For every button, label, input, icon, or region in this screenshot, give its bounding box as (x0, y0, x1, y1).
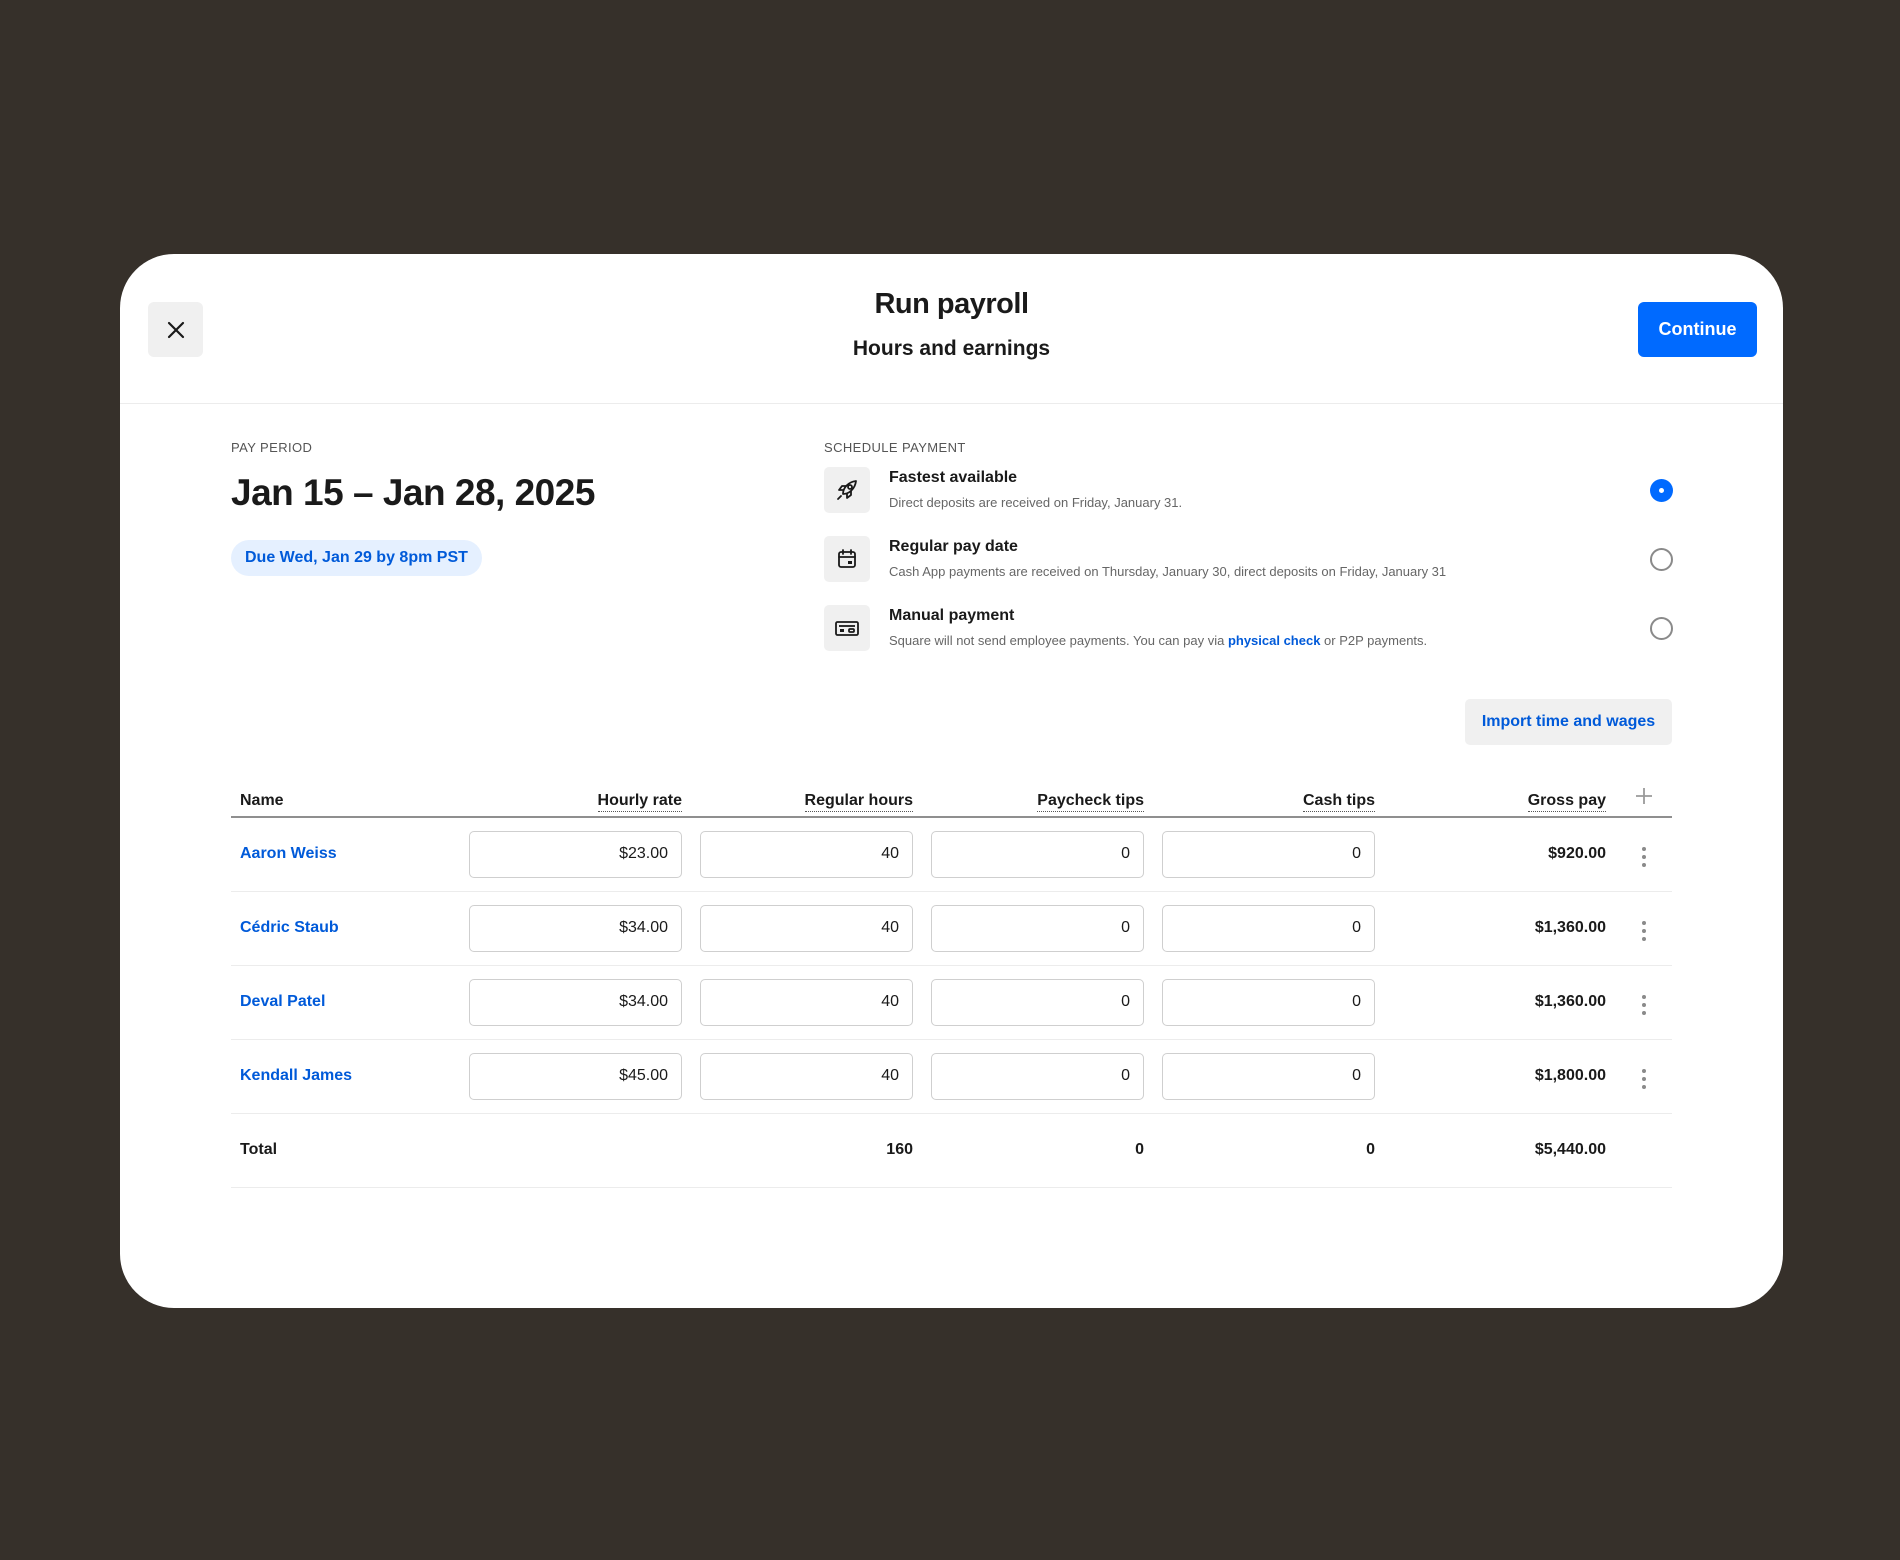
total-label: Total (231, 1113, 460, 1188)
modal-header: Run payroll Hours and earnings Continue (120, 254, 1783, 404)
payment-option-desc: Direct deposits are received on Friday, … (889, 495, 1183, 510)
regular-hours-input[interactable] (700, 904, 913, 952)
payment-option-desc: Square will not send employee payments. … (889, 633, 1427, 648)
radio-manual-payment[interactable] (1650, 617, 1673, 640)
physical-check-link[interactable]: physical check (1228, 633, 1321, 648)
check-icon (824, 605, 870, 651)
manual-desc-before: Square will not send employee payments. … (889, 633, 1228, 648)
pay-period-label: PAY PERIOD (231, 440, 313, 455)
gross-pay-value: $1,360.00 (1384, 965, 1615, 1040)
pay-period-range: Jan 15 – Jan 28, 2025 (231, 472, 595, 513)
table-row: Cédric Staub $1,360.00 (231, 891, 1672, 966)
regular-hours-input[interactable] (700, 978, 913, 1026)
total-cash-tips: 0 (1153, 1113, 1384, 1188)
payment-option-title: Regular pay date (889, 538, 1018, 555)
page-subtitle: Hours and earnings (852, 337, 1051, 360)
total-row: Total 160 0 0 $5,440.00 (231, 1113, 1672, 1188)
employee-name-link[interactable]: Deval Patel (231, 965, 460, 1040)
payment-option-title: Manual payment (889, 607, 1015, 624)
hourly-rate-input[interactable] (469, 1052, 682, 1100)
payroll-table: Name Hourly rate Regular hours Paycheck … (231, 768, 1672, 1188)
total-rate-empty (460, 1113, 691, 1188)
regular-hours-input[interactable] (700, 1052, 913, 1100)
manual-desc-after: or P2P payments. (1320, 633, 1428, 648)
cash-tips-input[interactable] (1162, 830, 1375, 878)
hourly-rate-input[interactable] (469, 904, 682, 952)
payment-option-desc: Cash App payments are received on Thursd… (889, 564, 1447, 579)
pay-period-section: PAY PERIOD Jan 15 – Jan 28, 2025 Due Wed… (231, 440, 595, 576)
calendar-icon (824, 536, 870, 582)
more-options-icon[interactable] (1636, 843, 1652, 871)
table-row: Deval Patel $1,360.00 (231, 965, 1672, 1040)
column-header-name: Name (231, 768, 460, 818)
cash-tips-input[interactable] (1162, 904, 1375, 952)
payment-option-regular[interactable]: Regular pay date Cash App payments are r… (824, 536, 1673, 605)
run-payroll-modal: Run payroll Hours and earnings Continue … (120, 254, 1783, 1308)
more-options-icon[interactable] (1636, 917, 1652, 945)
total-gross-pay: $5,440.00 (1384, 1113, 1615, 1188)
due-date-badge: Due Wed, Jan 29 by 8pm PST (231, 540, 482, 576)
column-header-cash-tips[interactable]: Cash tips (1153, 768, 1384, 818)
paycheck-tips-input[interactable] (931, 904, 1144, 952)
radio-fastest-available[interactable] (1650, 479, 1673, 502)
gross-pay-value: $1,360.00 (1384, 891, 1615, 966)
gross-pay-value: $920.00 (1384, 817, 1615, 892)
cash-tips-input[interactable] (1162, 978, 1375, 1026)
schedule-payment-label: SCHEDULE PAYMENT (824, 440, 966, 455)
radio-regular-pay-date[interactable] (1650, 548, 1673, 571)
total-paycheck-tips: 0 (922, 1113, 1153, 1188)
column-header-paycheck-tips[interactable]: Paycheck tips (922, 768, 1153, 818)
column-header-hourly-rate[interactable]: Hourly rate (460, 768, 691, 818)
table-row: Aaron Weiss $920.00 (231, 817, 1672, 892)
import-time-and-wages-button[interactable]: Import time and wages (1465, 699, 1672, 745)
more-options-icon[interactable] (1636, 991, 1652, 1019)
gross-pay-value: $1,800.00 (1384, 1039, 1615, 1114)
hourly-rate-input[interactable] (469, 830, 682, 878)
paycheck-tips-input[interactable] (931, 830, 1144, 878)
column-header-gross-pay[interactable]: Gross pay (1384, 768, 1615, 818)
page-title: Run payroll (874, 288, 1029, 320)
total-hours: 160 (691, 1113, 922, 1188)
paycheck-tips-input[interactable] (931, 978, 1144, 1026)
regular-hours-input[interactable] (700, 830, 913, 878)
paycheck-tips-input[interactable] (931, 1052, 1144, 1100)
cash-tips-input[interactable] (1162, 1052, 1375, 1100)
payment-option-title: Fastest available (889, 469, 1018, 486)
more-options-icon[interactable] (1636, 1065, 1652, 1093)
plus-icon (1635, 787, 1653, 810)
rocket-icon (824, 467, 870, 513)
payment-option-fastest[interactable]: Fastest available Direct deposits are re… (824, 467, 1673, 536)
continue-button[interactable]: Continue (1638, 302, 1757, 357)
employee-name-link[interactable]: Aaron Weiss (231, 817, 460, 892)
table-row: Kendall James $1,800.00 (231, 1039, 1672, 1114)
payment-option-manual[interactable]: Manual payment Square will not send empl… (824, 605, 1673, 674)
column-header-regular-hours[interactable]: Regular hours (691, 768, 922, 818)
employee-name-link[interactable]: Kendall James (231, 1039, 460, 1114)
total-menu-empty (1615, 1113, 1672, 1188)
hourly-rate-input[interactable] (469, 978, 682, 1026)
table-header-row: Name Hourly rate Regular hours Paycheck … (231, 768, 1672, 818)
employee-name-link[interactable]: Cédric Staub (231, 891, 460, 966)
schedule-payment-section: SCHEDULE PAYMENT Fastest available Direc… (824, 440, 1673, 674)
add-column-button[interactable] (1615, 768, 1672, 818)
